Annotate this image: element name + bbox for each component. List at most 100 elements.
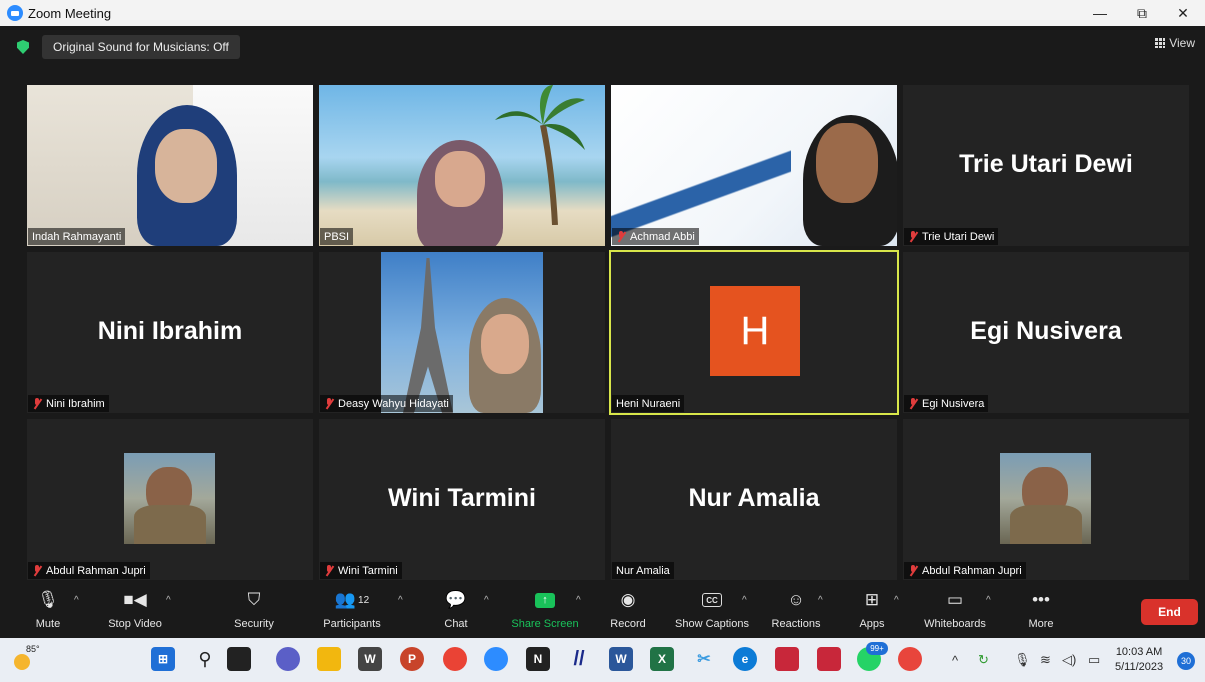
video-options-chevron-icon[interactable]: ^ [166, 595, 171, 606]
participants-icon: 👥 12 [334, 590, 370, 609]
weather-widget[interactable]: 85° [10, 644, 40, 674]
app-slash-icon[interactable]: // [567, 647, 591, 671]
participant-name-label: Nur Amalia [612, 562, 674, 579]
reactions-button[interactable]: ☺ Reactions [768, 586, 824, 638]
participant-tile[interactable]: Deasy Wahyu Hidayati [319, 252, 605, 413]
app-red-icon[interactable] [775, 647, 799, 671]
snipping-tool-icon[interactable]: ✂ [692, 647, 716, 671]
person-silhouette [134, 505, 206, 544]
mic-muted-icon [324, 565, 334, 576]
view-button[interactable]: View [1155, 36, 1195, 50]
end-meeting-button[interactable]: End [1141, 599, 1198, 625]
encryption-shield-icon[interactable] [17, 40, 29, 54]
participant-tile[interactable]: Achmad Abbi [611, 85, 897, 246]
apps-icon: ⊞ [864, 590, 880, 609]
more-dots-icon: ••• [1032, 590, 1050, 609]
word-icon[interactable]: W [609, 647, 633, 671]
whiteboard-icon: ▭ [946, 590, 964, 609]
apps-options-chevron-icon[interactable]: ^ [894, 595, 899, 606]
whiteboards-button[interactable]: ▭ Whiteboards [918, 586, 992, 638]
participant-tile[interactable]: Abdul Rahman Jupri [903, 419, 1189, 580]
app-red-icon-2[interactable] [817, 647, 841, 671]
participants-button[interactable]: 👥 12 Participants [318, 586, 386, 638]
unread-badge: 99+ [866, 642, 888, 655]
chrome-icon[interactable] [443, 647, 467, 671]
chat-options-chevron-icon[interactable]: ^ [484, 595, 489, 606]
participant-name-label: Indah Rahmayanti [28, 228, 126, 245]
windows-taskbar: 85° ⊞ ⚲ W P N // W X ✂ e 99+ ^ ↻ 🎙 ≋ ◁) … [0, 638, 1205, 682]
mute-button[interactable]: 🎙 Mute [30, 586, 66, 638]
participant-name-label: Wini Tarmini [320, 562, 402, 579]
record-button[interactable]: ◉ Record [606, 586, 650, 638]
microphone-tray-icon[interactable]: 🎙 [1014, 638, 1031, 682]
chat-bubble-icon: 💬 [445, 590, 467, 609]
participant-tile[interactable]: Nini Ibrahim Nini Ibrahim [27, 252, 313, 413]
window-title: Zoom Meeting [28, 5, 112, 21]
show-captions-button[interactable]: CC Show Captions [670, 586, 754, 638]
window-titlebar: Zoom Meeting — ⧉ ✕ [0, 0, 1205, 26]
record-icon: ◉ [620, 590, 636, 609]
mute-options-chevron-icon[interactable]: ^ [74, 595, 79, 606]
word-app-icon-alt[interactable]: W [358, 647, 382, 671]
search-icon[interactable]: ⚲ [193, 647, 217, 671]
share-arrow-icon: ↑ [535, 592, 555, 608]
sync-icon[interactable]: ↻ [978, 638, 989, 682]
mic-muted-icon [324, 398, 334, 409]
participants-count: 12 [358, 594, 370, 606]
participant-tile[interactable]: Abdul Rahman Jupri [27, 419, 313, 580]
participant-tile[interactable]: Trie Utari Dewi Trie Utari Dewi [903, 85, 1189, 246]
battery-icon[interactable]: ▭ [1088, 638, 1100, 682]
participant-display-name: Nur Amalia [688, 483, 820, 512]
show-hidden-icons-chevron-icon[interactable]: ^ [952, 638, 958, 682]
captions-options-chevron-icon[interactable]: ^ [742, 595, 747, 606]
participant-photo [381, 252, 543, 413]
participant-tile[interactable]: Egi Nusivera Egi Nusivera [903, 252, 1189, 413]
participants-options-chevron-icon[interactable]: ^ [398, 595, 403, 606]
chat-app-icon[interactable] [276, 647, 300, 671]
clock-time: 10:03 AM [1115, 646, 1163, 658]
system-clock[interactable]: 10:03 AM 5/11/2023 [1115, 645, 1163, 675]
participant-name-label: Achmad Abbi [612, 228, 699, 245]
participant-tile[interactable]: Indah Rahmayanti [27, 85, 313, 246]
reactions-options-chevron-icon[interactable]: ^ [818, 595, 823, 606]
edge-icon[interactable]: e [733, 647, 757, 671]
zoom-taskbar-icon[interactable] [484, 647, 508, 671]
participant-avatar: H [710, 286, 800, 376]
participant-tile[interactable]: Wini Tarmini Wini Tarmini [319, 419, 605, 580]
sun-cloud-icon [14, 654, 30, 670]
close-button[interactable]: ✕ [1163, 0, 1203, 26]
apps-button[interactable]: ⊞ Apps [856, 586, 888, 638]
start-windows-icon[interactable]: ⊞ [151, 647, 175, 671]
share-screen-button[interactable]: ↑ Share Screen [508, 586, 582, 638]
security-button[interactable]: ⛉ Security [228, 586, 280, 638]
smiley-plus-icon: ☺ [787, 590, 805, 609]
stop-video-button[interactable]: ■◀ Stop Video [102, 586, 168, 638]
notion-icon[interactable]: N [526, 647, 550, 671]
original-sound-button[interactable]: Original Sound for Musicians: Off [42, 35, 240, 59]
chat-button[interactable]: 💬 Chat [440, 586, 472, 638]
notification-count-badge[interactable]: 30 [1177, 652, 1195, 670]
powerpoint-icon[interactable]: P [400, 647, 424, 671]
more-button[interactable]: ••• More [1024, 586, 1058, 638]
mic-muted-icon [32, 565, 42, 576]
closed-captions-icon: CC [702, 593, 722, 607]
share-options-chevron-icon[interactable]: ^ [576, 595, 581, 606]
meeting-area: Original Sound for Musicians: Off View I… [0, 26, 1205, 586]
shield-icon: ⛉ [247, 590, 261, 609]
whiteboards-options-chevron-icon[interactable]: ^ [986, 595, 991, 606]
participant-tile[interactable]: PBSI [319, 85, 605, 246]
volume-icon[interactable]: ◁) [1062, 638, 1076, 682]
task-view-icon[interactable] [227, 647, 251, 671]
participant-name-label: Egi Nusivera [904, 395, 989, 412]
mic-muted-icon [908, 398, 918, 409]
wifi-icon[interactable]: ≋ [1040, 638, 1051, 682]
weather-temperature: 85° [26, 644, 40, 654]
zoom-app-icon [7, 5, 23, 21]
minimize-button[interactable]: — [1080, 0, 1120, 26]
participant-tile[interactable]: Nur Amalia Nur Amalia [611, 419, 897, 580]
file-explorer-icon[interactable] [317, 647, 341, 671]
chrome-profile-icon[interactable] [898, 647, 922, 671]
participant-tile-active-speaker[interactable]: H Heni Nuraeni [609, 250, 899, 415]
excel-icon[interactable]: X [650, 647, 674, 671]
maximize-button[interactable]: ⧉ [1122, 0, 1162, 26]
